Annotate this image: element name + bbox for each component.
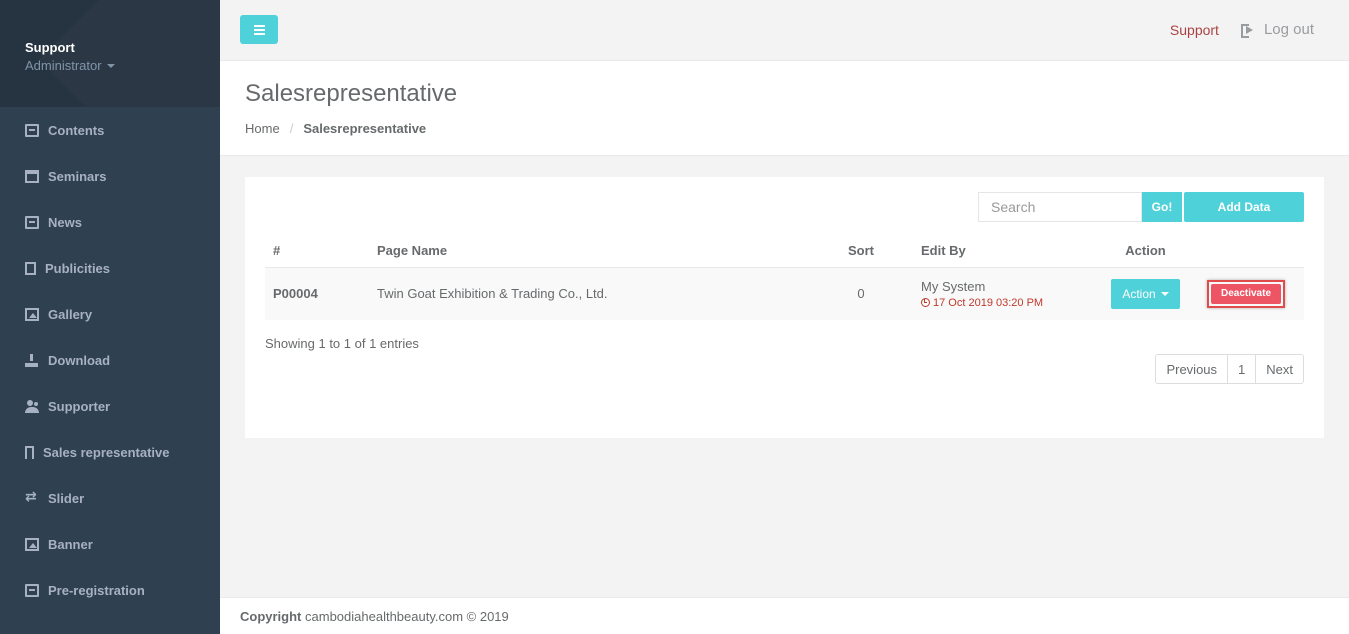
- document-icon: [25, 261, 36, 275]
- clock-icon: [921, 298, 930, 308]
- list-icon: [25, 123, 39, 137]
- top-links: Support Log out: [1170, 21, 1314, 38]
- footer: Copyright cambodiahealthbeauty.com © 201…: [220, 597, 1349, 634]
- bookmark-icon: [25, 445, 34, 459]
- edit-time-text: 17 Oct 2019 03:20 PM: [933, 296, 1044, 309]
- deactivate-button[interactable]: Deactivate: [1211, 283, 1281, 304]
- breadcrumb-current: Salesrepresentative: [303, 121, 427, 136]
- menu-toggle-button[interactable]: [240, 15, 278, 44]
- support-link[interactable]: Support: [1170, 22, 1219, 38]
- sidebar-item-label: Supporter: [48, 398, 111, 414]
- action-dropdown-button[interactable]: Action: [1111, 278, 1180, 309]
- cell-id: P00004: [265, 267, 369, 320]
- edit-time: 17 Oct 2019 03:20 PM: [921, 297, 1095, 309]
- column-header-edit-by[interactable]: Edit By: [913, 235, 1103, 268]
- hamburger-icon: [253, 32, 265, 35]
- logout-link[interactable]: Log out: [1240, 21, 1314, 38]
- table-row: P00004 Twin Goat Exhibition & Trading Co…: [265, 267, 1304, 320]
- content-panel: Go! Add Data # Page Name Sort Edit By Ac…: [245, 177, 1324, 438]
- cell-edit-by: My System 17 Oct 2019 03:20 PM: [913, 267, 1103, 320]
- sidebar-item-label: Seminars: [48, 168, 107, 184]
- cell-status: Deactivate: [1188, 267, 1304, 320]
- profile-header: Support Administrator: [0, 0, 220, 107]
- newspaper-icon: [25, 215, 39, 229]
- sidebar-item-seminars[interactable]: Seminars: [0, 153, 220, 199]
- sidebar-item-pre-registration[interactable]: Pre-registration: [0, 567, 220, 613]
- page-title: Salesrepresentative: [245, 80, 458, 107]
- sidebar-item-label: Publicities: [45, 260, 111, 276]
- sidebar-item-download[interactable]: Download: [0, 337, 220, 383]
- column-header-page-name[interactable]: Page Name: [369, 235, 809, 268]
- column-header-sort[interactable]: Sort: [809, 235, 913, 268]
- sidebar-item-gallery[interactable]: Gallery: [0, 291, 220, 337]
- sign-out-icon: [1240, 23, 1255, 38]
- pagination-next-button[interactable]: Next: [1255, 355, 1303, 383]
- breadcrumb: Home / Salesrepresentative: [245, 121, 1349, 136]
- column-header-status: [1188, 235, 1304, 268]
- pagination-previous-button[interactable]: Previous: [1156, 355, 1228, 383]
- cell-action: Action: [1103, 267, 1188, 320]
- table-header-row: # Page Name Sort Edit By Action: [265, 235, 1304, 268]
- search-input[interactable]: [978, 192, 1142, 222]
- photo-icon: [25, 307, 39, 321]
- sidebar-item-sales-representative[interactable]: Sales representative: [0, 429, 220, 475]
- data-table: # Page Name Sort Edit By Action P00004 T…: [265, 235, 1304, 320]
- footer-copyright-label: Copyright: [240, 609, 302, 624]
- sidebar-item-publicities[interactable]: Publicities: [0, 245, 220, 291]
- sidebar-item-label: News: [48, 214, 82, 230]
- hamburger-icon: [253, 24, 265, 27]
- sidebar-item-label: Sales representative: [43, 444, 170, 460]
- action-button-label: Action: [1122, 286, 1156, 301]
- go-button[interactable]: Go!: [1142, 192, 1182, 222]
- shuffle-icon: [25, 488, 39, 505]
- profile-role-label: Administrator: [25, 58, 102, 73]
- edit-by-name: My System: [921, 278, 986, 294]
- top-navbar: Support Log out: [220, 0, 1349, 61]
- sidebar-item-label: Contents: [48, 122, 105, 138]
- sidebar-item-label: Slider: [48, 490, 85, 506]
- footer-copyright-text: cambodiahealthbeauty.com © 2019: [305, 609, 509, 624]
- breadcrumb-home-link[interactable]: Home: [245, 121, 280, 136]
- hamburger-icon: [253, 28, 265, 31]
- cell-sort: 0: [809, 267, 913, 320]
- logout-label: Log out: [1263, 21, 1314, 38]
- breadcrumb-separator: /: [289, 121, 294, 136]
- list-icon: [25, 583, 39, 597]
- calendar-icon: [25, 169, 39, 183]
- sidebar-item-supporter[interactable]: Supporter: [0, 383, 220, 429]
- users-icon: [25, 399, 39, 413]
- page-heading: Salesrepresentative Home / Salesrepresen…: [220, 61, 1349, 156]
- sidebar-item-label: Gallery: [48, 306, 93, 322]
- sidebar-item-banner[interactable]: Banner: [0, 521, 220, 567]
- sidebar-item-label: Download: [48, 352, 111, 368]
- deactivate-highlight: Deactivate: [1207, 279, 1285, 308]
- entries-info: Showing 1 to 1 of 1 entries: [265, 336, 419, 351]
- pagination: Previous 1 Next: [1155, 354, 1304, 384]
- profile-role-dropdown[interactable]: Administrator: [25, 58, 220, 73]
- column-header-action: Action: [1103, 235, 1188, 268]
- caret-down-icon: [1160, 291, 1169, 296]
- cell-page-name: Twin Goat Exhibition & Trading Co., Ltd.: [369, 267, 809, 320]
- column-header-id[interactable]: #: [265, 235, 369, 268]
- pagination-page-1-button[interactable]: 1: [1227, 355, 1256, 383]
- sidebar-item-news[interactable]: News: [0, 199, 220, 245]
- sidebar-item-slider[interactable]: Slider: [0, 475, 220, 521]
- profile-name: Support: [25, 40, 75, 55]
- sidebar-item-label: Pre-registration: [48, 582, 145, 598]
- download-icon: [25, 353, 39, 367]
- picture-icon: [25, 537, 39, 551]
- add-data-button[interactable]: Add Data: [1184, 192, 1304, 222]
- sidebar-item-contents[interactable]: Contents: [0, 107, 220, 153]
- caret-down-icon: [106, 63, 115, 68]
- sidebar-item-label: Banner: [48, 536, 93, 552]
- sidebar: Support Administrator Contents Seminars …: [0, 0, 220, 634]
